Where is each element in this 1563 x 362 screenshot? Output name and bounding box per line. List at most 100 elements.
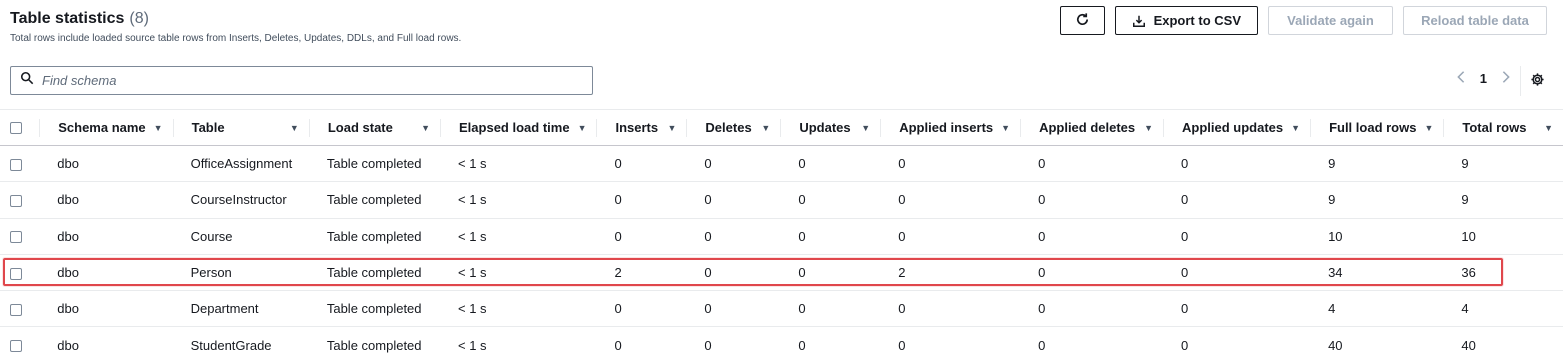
export-csv-button[interactable]: Export to CSV — [1114, 6, 1258, 35]
table-cell: 0 — [1038, 156, 1046, 172]
sort-caret-icon: ▼ — [1424, 122, 1434, 133]
column-header[interactable]: Applied deletes ▼ — [1020, 110, 1163, 146]
table-cell: < 1 s — [458, 228, 487, 244]
row-select-cell — [0, 327, 39, 362]
table-cell: 10 — [1328, 228, 1343, 244]
column-header[interactable]: Updates ▼ — [780, 110, 880, 146]
table-cell: 0 — [798, 265, 806, 281]
table-cell: 10 — [1461, 228, 1476, 244]
table-cell: 0 — [704, 337, 712, 353]
row-checkbox[interactable] — [10, 267, 22, 280]
row-checkbox[interactable] — [10, 195, 22, 207]
column-label: Elapsed load time — [459, 120, 570, 135]
table-cell: 0 — [798, 192, 806, 208]
table-cell: 0 — [1181, 192, 1189, 208]
column-header[interactable]: Schema name ▼ — [39, 110, 172, 146]
page-description: Total rows include loaded source table r… — [10, 33, 462, 44]
row-select-cell — [0, 182, 39, 218]
table-cell: 0 — [704, 228, 712, 244]
table-cell: 9 — [1328, 156, 1336, 172]
column-header[interactable]: Total rows ▼ — [1443, 110, 1563, 146]
table-cell: 0 — [898, 301, 906, 317]
table-cell: dbo — [57, 156, 79, 172]
table-cell: 0 — [614, 228, 622, 244]
table-cell: 0 — [898, 337, 906, 353]
column-label: Total rows — [1462, 120, 1527, 135]
download-icon — [1132, 14, 1146, 28]
sort-caret-icon: ▼ — [153, 122, 163, 133]
table-cell: 0 — [798, 228, 806, 244]
table-cell: Table completed — [326, 192, 422, 208]
reload-table-data-button[interactable]: Reload table data — [1403, 6, 1547, 35]
preferences-button[interactable] — [1530, 72, 1545, 92]
column-header[interactable]: Applied updates ▼ — [1163, 110, 1310, 146]
sort-caret-icon: ▼ — [1001, 122, 1011, 133]
table-cell: 0 — [704, 156, 712, 172]
chevron-right-icon — [1501, 70, 1511, 87]
row-select-cell — [0, 218, 39, 254]
column-header[interactable]: Applied inserts ▼ — [880, 110, 1020, 146]
column-label: Applied inserts — [899, 120, 994, 135]
table-cell: Table completed — [326, 156, 422, 172]
next-page-button[interactable] — [1501, 70, 1511, 87]
table-count: (8) — [129, 10, 149, 27]
row-select-cell — [0, 291, 39, 327]
sort-caret-icon: ▼ — [667, 122, 677, 133]
table-body: dbo OfficeAssignment Table completed < 1 s 0… — [0, 146, 1563, 362]
column-header[interactable]: Full load rows ▼ — [1310, 110, 1443, 146]
refresh-icon — [1075, 12, 1090, 30]
table-cell: < 1 s — [458, 265, 487, 281]
row-checkbox[interactable] — [10, 231, 22, 244]
chevron-left-icon — [1456, 70, 1466, 87]
table-cell: dbo — [57, 301, 79, 317]
validate-again-button[interactable]: Validate again — [1268, 6, 1393, 35]
select-all-column — [0, 110, 39, 146]
table-cell: CourseInstructor — [190, 192, 287, 208]
sort-caret-icon: ▼ — [861, 122, 871, 133]
column-header[interactable]: Inserts ▼ — [596, 110, 686, 146]
column-header[interactable]: Load state ▼ — [308, 110, 440, 146]
previous-page-button[interactable] — [1456, 70, 1466, 87]
table-cell: 0 — [1181, 228, 1189, 244]
row-checkbox[interactable] — [10, 303, 22, 316]
sort-caret-icon: ▼ — [421, 122, 431, 133]
table-row: dbo CourseInstructor Table completed < 1 s 0… — [0, 182, 1563, 219]
current-page-number[interactable]: 1 — [1480, 71, 1487, 86]
refresh-button[interactable] — [1059, 6, 1105, 35]
column-header[interactable]: Deletes ▼ — [686, 110, 780, 146]
table-cell: Department — [190, 301, 259, 317]
table-cell: 0 — [614, 337, 622, 353]
table-cell: 0 — [1181, 337, 1189, 353]
column-label: Applied updates — [1182, 120, 1284, 135]
table-statistics-grid: Schema name ▼ Table ▼ Load state ▼ Elapsed … — [0, 109, 1563, 362]
table-cell: Person — [190, 265, 232, 281]
table-cell: 0 — [1038, 228, 1046, 244]
column-header[interactable]: Table ▼ — [172, 110, 309, 146]
gear-icon — [1530, 72, 1545, 92]
table-cell: 0 — [704, 192, 712, 208]
column-label: Updates — [799, 120, 851, 135]
sort-caret-icon: ▼ — [1291, 122, 1301, 133]
table-cell: Table completed — [326, 337, 422, 353]
pagination-divider — [1520, 66, 1521, 96]
table-header-row: Schema name ▼ Table ▼ Load state ▼ Elapsed … — [0, 109, 1563, 146]
table-cell: 0 — [704, 265, 712, 281]
table-row: dbo Department Table completed < 1 s 0 0 0 0 0 0 4… — [0, 291, 1563, 327]
column-header[interactable]: Elapsed load time ▼ — [440, 110, 596, 146]
row-checkbox[interactable] — [10, 158, 22, 171]
page-title: Table statistics (8) — [10, 10, 461, 28]
row-checkbox[interactable] — [10, 340, 22, 353]
sort-caret-icon: ▼ — [1544, 122, 1553, 133]
table-cell: 9 — [1461, 192, 1469, 208]
table-cell: 2 — [898, 265, 906, 281]
table-cell: Course — [190, 228, 233, 244]
select-all-checkbox[interactable] — [10, 121, 22, 134]
table-cell: Table completed — [326, 265, 422, 281]
column-label: Schema name — [58, 120, 146, 135]
table-cell: 0 — [614, 192, 622, 208]
table-cell: Table completed — [326, 301, 422, 317]
search-input[interactable] — [42, 73, 582, 88]
table-cell: 36 — [1461, 265, 1476, 281]
table-cell: 40 — [1328, 337, 1343, 353]
table-cell: < 1 s — [458, 156, 487, 172]
